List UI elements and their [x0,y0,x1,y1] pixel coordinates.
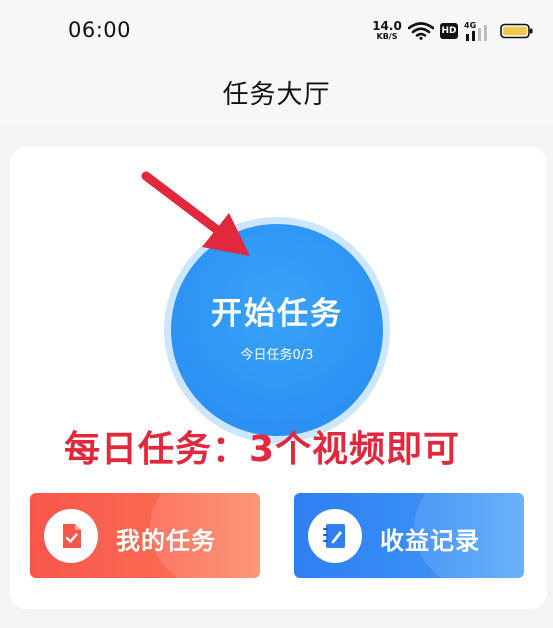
status-time: 06:00 [68,18,132,42]
header: 任务大厅 [0,62,553,124]
my-tasks-label: 我的任务 [116,527,216,555]
task-progress-text: 今日任务0/3 [240,348,314,363]
start-task-label: 开始任务 [211,296,343,332]
signal-icon [466,25,487,41]
status-bar: 06:00 14.0 KB/S HD 4G [0,0,553,62]
hd-badge: HD [440,23,458,39]
my-tasks-icon-circle [44,509,98,563]
page-title: 任务大厅 [222,80,331,110]
earnings-record-label: 收益记录 [380,527,480,555]
notebook-pen-icon [323,524,345,548]
earnings-record-button[interactable]: 收益记录 [294,493,524,578]
network-speed: 14.0 KB/S [372,20,402,41]
my-tasks-button[interactable]: 我的任务 [30,493,260,578]
daily-task-annotation: 每日任务：3个视频即可 [64,429,461,470]
task-document-icon [63,524,81,548]
earnings-icon-circle [308,509,362,563]
battery-icon [500,23,533,39]
red-arrow-icon [141,171,250,256]
network-speed-value: 14.0 [372,19,402,33]
network-speed-unit: KB/S [376,32,398,41]
wifi-icon [408,22,434,40]
